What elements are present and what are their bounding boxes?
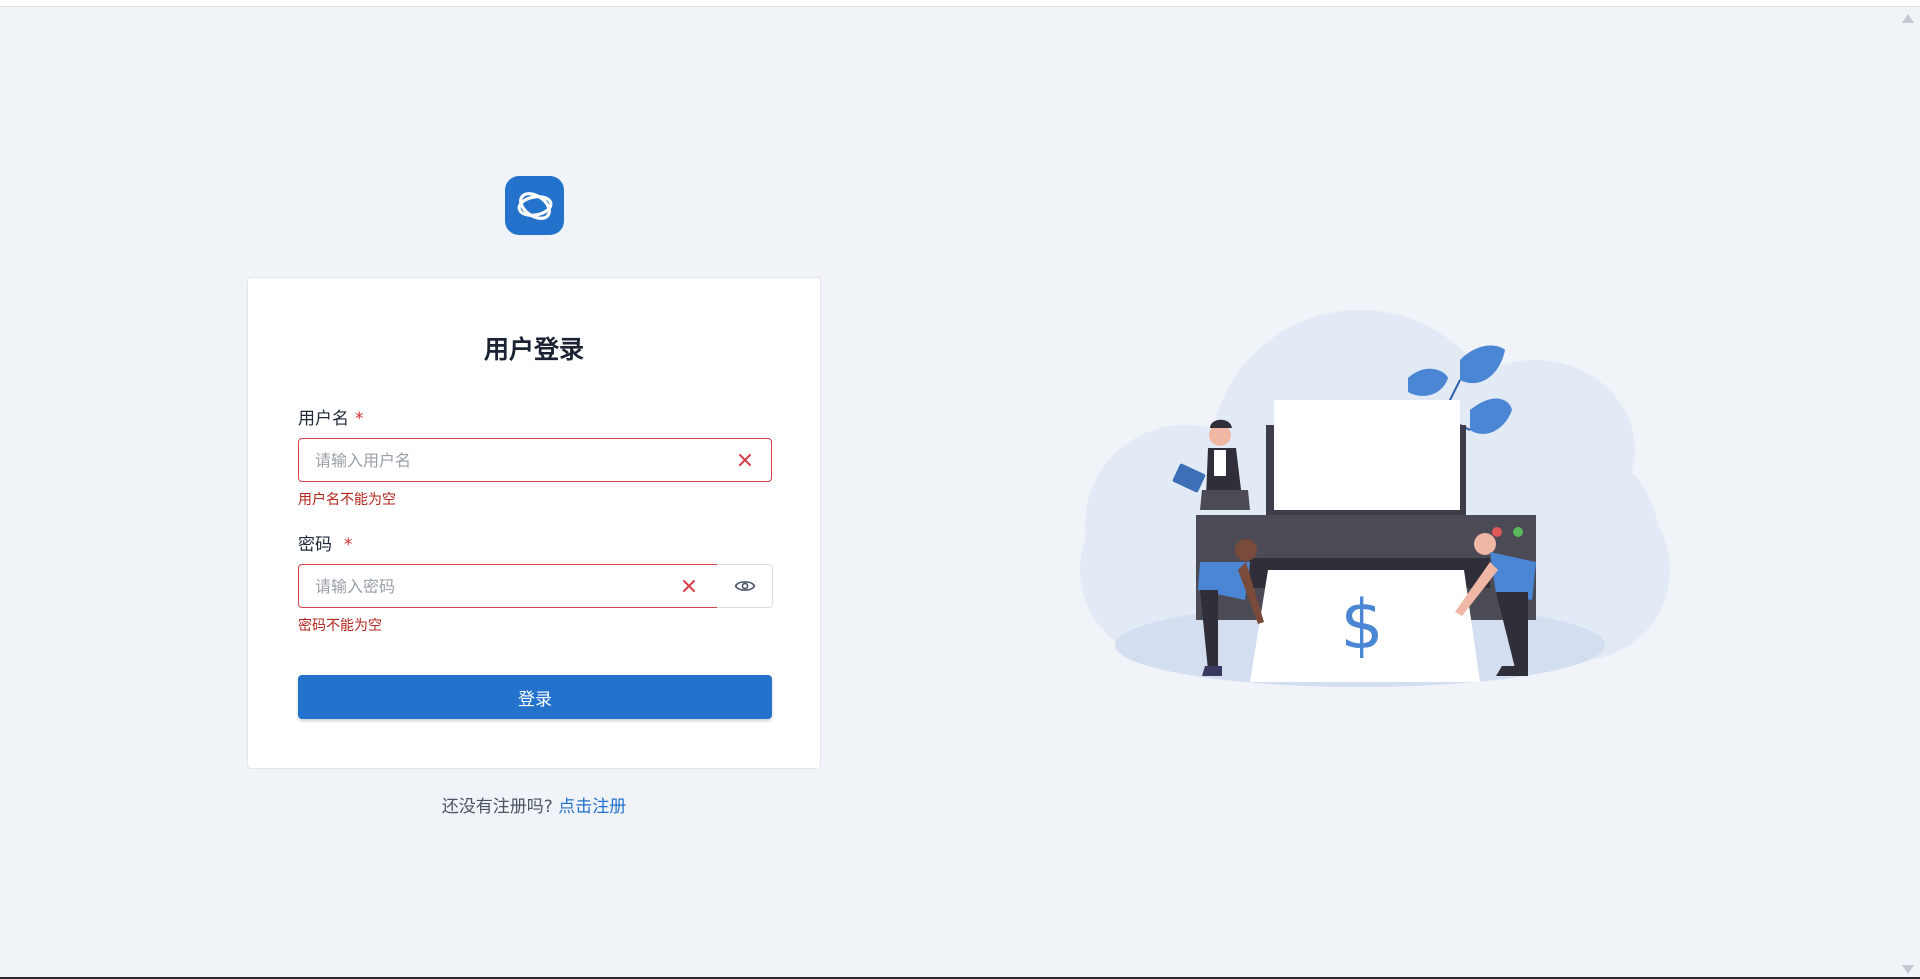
svg-text:$: $ [1340,586,1383,665]
scroll-up-arrow-icon[interactable] [1902,14,1914,23]
password-required-mark: * [344,535,353,555]
password-error-text: 密码不能为空 [298,618,382,634]
password-field[interactable] [298,564,717,608]
username-clear-close-icon[interactable] [736,451,754,469]
username-input[interactable] [299,439,729,481]
username-required-mark: * [355,409,364,429]
eye-icon [734,581,755,591]
toggle-password-visibility-button[interactable] [717,564,773,608]
register-link[interactable]: 点击注册 [558,797,626,817]
login-button[interactable]: 登录 [298,675,772,719]
username-field[interactable] [298,438,772,482]
password-label: 密码 * [298,530,353,555]
register-prompt-text: 还没有注册吗? [441,797,553,817]
password-clear-close-icon[interactable] [680,577,698,595]
login-title: 用户登录 [483,335,584,364]
username-label-text: 用户名 [298,409,349,429]
login-card: 用户登录 用户名 * 用户名不能为空 密码 * 密码不能为空 登录 [247,277,821,769]
password-label-text: 密码 [298,535,332,555]
scroll-down-arrow-icon[interactable] [1902,965,1914,974]
browser-top-border [0,0,1920,7]
app-logo-icon [505,176,564,235]
username-label: 用户名 * [298,404,364,429]
register-prompt: 还没有注册吗? 点击注册 [247,792,821,817]
printer-illustration: $ [1050,300,1690,700]
username-error-text: 用户名不能为空 [298,492,396,508]
password-input[interactable] [299,565,674,607]
